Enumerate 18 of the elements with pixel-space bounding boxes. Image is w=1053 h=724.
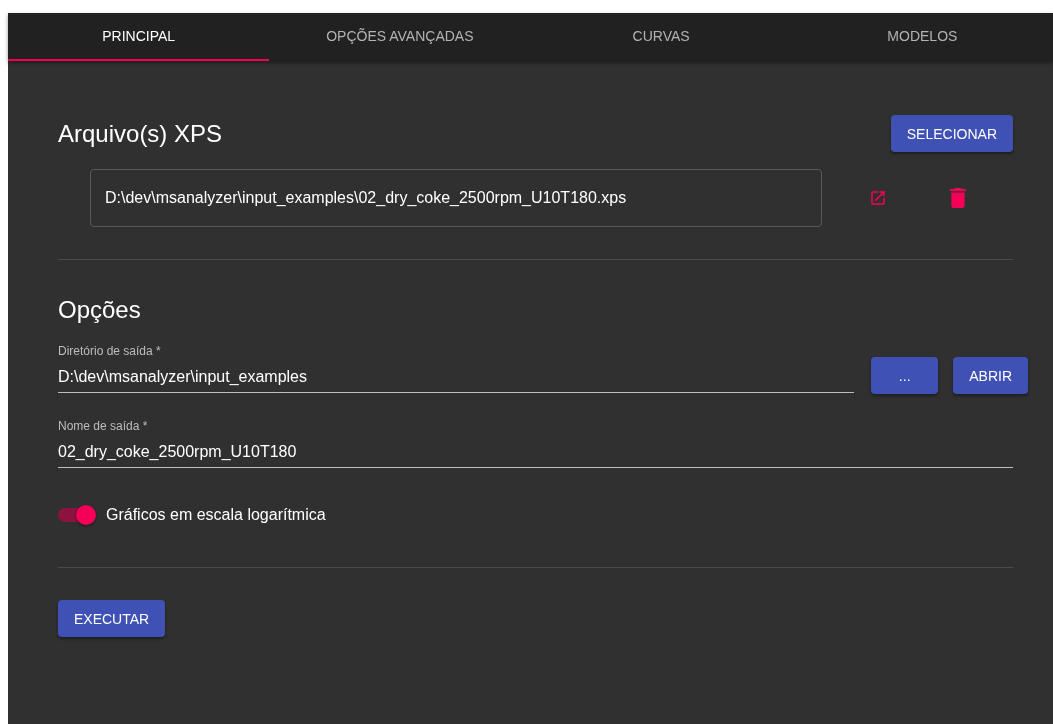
browse-button[interactable]: ... — [871, 357, 939, 394]
section-title: Arquivo(s) XPS — [58, 119, 224, 148]
tab[interactable]: CURVAS — [530, 13, 792, 61]
run-button[interactable]: EXECUTAR — [58, 600, 166, 637]
file-path: D:\dev\msanalyzer\input_examples\02_dry_coke_2500rpm_U10T180.xps — [90, 169, 822, 227]
tab[interactable]: MODELOS — [791, 13, 1053, 61]
section-title: Opções — [58, 296, 142, 324]
tab[interactable]: OPÇÕES AVANÇADAS — [269, 13, 531, 61]
field-label: Nome de saída * — [58, 419, 149, 433]
toggle-label: Gráficos em escala logarítmica — [106, 506, 326, 524]
toggle-switch[interactable] — [58, 508, 96, 522]
output-name-field[interactable]: Nome de saída * 02_dry_coke_2500rpm_U10T180 — [58, 419, 1013, 468]
trash-icon[interactable] — [950, 188, 966, 208]
open-button[interactable]: ABRIR — [953, 357, 1028, 394]
output-directory-field[interactable]: Diretório de saída * D:\dev\msanalyzer\input_examples — [58, 344, 855, 393]
select-button[interactable]: SELECIONAR — [890, 115, 1013, 152]
field-label: Diretório de saída * — [58, 344, 162, 358]
external-link-icon[interactable] — [869, 189, 887, 207]
